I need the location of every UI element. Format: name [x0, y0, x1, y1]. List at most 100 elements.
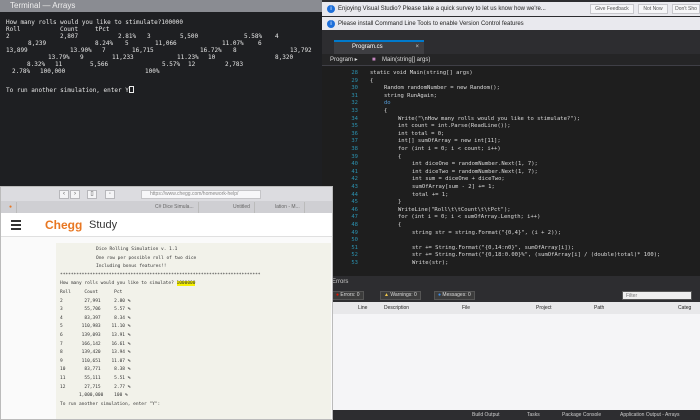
code-line: int diceTwo = randomNumber.Next(1, 7); [412, 168, 538, 175]
col-line[interactable]: Line [358, 302, 367, 314]
line-number: 37 [351, 138, 358, 145]
line-number: 42 [351, 176, 358, 183]
package-console-tab[interactable]: Package Console [562, 410, 601, 420]
back-icon[interactable]: ‹ [59, 190, 69, 199]
answer-line: 2 27,991 2.80 % [60, 298, 131, 304]
code-editor[interactable]: 28 29 30 31 32 33 34 35 36 37 38 39 40 41 42 43 44 45 46 47… [322, 66, 700, 276]
line-number: 31 [351, 92, 358, 99]
terminal-output-token: 3 [147, 33, 151, 40]
method-icon: ■ [372, 57, 376, 63]
code-line: } [398, 199, 402, 206]
terminal-output-token: 7 [102, 47, 106, 54]
answer-line: Roll Count Pct [60, 290, 123, 295]
line-number: 50 [351, 237, 358, 244]
nav-class-dropdown[interactable]: Program ▸ [330, 54, 358, 66]
line-number: 52 [351, 252, 358, 259]
tab-lation[interactable]: lation - M... [271, 202, 305, 213]
terminal-title: Terminal — Arrays [10, 1, 76, 10]
terminal-output-token: 2,783 [225, 61, 244, 68]
terminal-titlebar[interactable]: Terminal — Arrays [0, 0, 330, 12]
terminal-output-token: 12 [188, 61, 196, 68]
chegg-study-label: Study [89, 219, 118, 231]
terminal-output-token: 5.57% [162, 61, 181, 68]
error-list-panel: Errors ● Errors: 0 ▲ Warnings: 0 ● Messa… [322, 276, 700, 420]
code-line: { [370, 77, 374, 84]
line-number: 34 [351, 115, 358, 122]
tasks-tab[interactable]: Tasks [527, 410, 540, 420]
code-line: { [398, 222, 402, 228]
terminal-output-token: 11.23% [177, 54, 199, 61]
tab-dice-simulation[interactable]: C# Dice Simula... [151, 202, 199, 213]
messages-filter-button[interactable]: ● Messages: 0 [434, 291, 475, 300]
col-file[interactable]: File [462, 302, 470, 314]
url-text: https://www.chegg.com/homework-help/ [150, 191, 239, 197]
answer-line: 7 166,142 16.61 % [60, 341, 131, 347]
error-filters: ● Errors: 0 ▲ Warnings: 0 ● Messages: 0 [322, 288, 700, 302]
terminal-output-token: 100% [145, 68, 160, 75]
errors-filter-button[interactable]: ● Errors: 0 [332, 291, 364, 300]
answer-line: ****************************************… [60, 272, 261, 278]
col-path[interactable]: Path [594, 302, 604, 314]
line-number: 45 [351, 199, 358, 206]
bottom-tool-tabs: Build Output Tasks Package Console Appli… [322, 410, 700, 420]
filter-input[interactable] [622, 291, 692, 300]
code-line: { [384, 108, 388, 114]
forward-icon[interactable]: › [70, 190, 80, 199]
application-output-tab[interactable]: Application Output - Arrays [620, 410, 679, 420]
code-line: string str = string.Format("{0,4}", (i +… [412, 229, 562, 236]
nav-method-dropdown[interactable]: Main(string[] args) [382, 54, 430, 66]
not-now-button[interactable]: Not Now [638, 4, 668, 14]
col-description[interactable]: Description [384, 302, 409, 314]
terminal-output-token: 11 [55, 61, 63, 68]
terminal-output-token: 13.90% [70, 47, 92, 54]
line-number: 35 [351, 123, 358, 130]
errors-filter-label: Errors: 0 [340, 292, 360, 298]
tab-program-cs[interactable]: Program.cs × [334, 40, 424, 54]
warnings-filter-button[interactable]: ▲ Warnings: 0 [380, 291, 421, 300]
install-tools-text: Please install Command Line Tools to ena… [338, 21, 524, 27]
answer-line: 4 83,397 8.34 % [60, 315, 131, 321]
answer-line: 1,000,000 100 % [60, 393, 128, 399]
line-number: 53 [351, 260, 358, 266]
line-number: 51 [351, 244, 358, 251]
browser-window[interactable]: ‹ › ▯ ◦ https://www.chegg.com/homework-h… [0, 186, 333, 420]
line-number: 44 [351, 191, 358, 198]
give-feedback-button[interactable]: Give Feedback [590, 4, 634, 14]
code-line: { [398, 153, 402, 160]
close-icon[interactable]: × [415, 44, 419, 50]
nav-class-label: Program [330, 57, 354, 63]
menu-icon[interactable] [11, 220, 21, 230]
answer-line: 3 55,706 5.57 % [60, 307, 131, 313]
line-number: 38 [351, 146, 358, 152]
line-number: 48 [351, 222, 358, 228]
answer-line: 12 27,715 2.77 % [60, 384, 131, 390]
terminal-output-token: 5,566 [90, 61, 109, 68]
code-line: Random randomNumber = new Random(); [384, 85, 500, 92]
shield-icon[interactable]: ◦ [105, 190, 115, 199]
code-line: str += String.Format("{0,18:0.00}%", (su… [412, 252, 661, 259]
col-project[interactable]: Project [536, 302, 552, 314]
sidebar-icon[interactable]: ▯ [87, 190, 97, 199]
tab-untitled[interactable]: Untitled [229, 202, 255, 213]
error-list-body [322, 314, 700, 410]
favicon-icon: ● [5, 202, 18, 213]
code-line: int sum = diceOne + diceTwo; [412, 176, 505, 183]
build-output-tab[interactable]: Build Output [472, 410, 500, 420]
tab-label: Program.cs [352, 44, 383, 50]
terminal-output-token: 13,899 [6, 47, 28, 54]
ide-window[interactable]: i Enjoying Visual Studio? Please take a … [322, 0, 700, 420]
code-line: sumOfArray[sum - 2] += 1; [412, 184, 495, 190]
col-category[interactable]: Categ [678, 302, 691, 314]
chegg-logo[interactable]: Chegg [45, 218, 82, 232]
line-number: 28 [351, 70, 358, 76]
url-bar[interactable]: https://www.chegg.com/homework-help/ [141, 190, 261, 199]
dont-show-button[interactable]: Don't Sho [672, 4, 700, 14]
answer-line: One row per possible roll of two dice [96, 255, 197, 261]
line-number: 49 [351, 229, 358, 236]
chegg-header: Chegg Study [1, 213, 332, 237]
survey-notification: i Enjoying Visual Studio? Please take a … [322, 2, 700, 16]
terminal-header-pct: tPct [95, 26, 110, 33]
code-line: int diceOne = randomNumber.Next(1, 7); [412, 161, 538, 168]
code-line: static void Main(string[] args) [370, 70, 473, 76]
answer-line: Including bonus features!! [96, 264, 167, 270]
